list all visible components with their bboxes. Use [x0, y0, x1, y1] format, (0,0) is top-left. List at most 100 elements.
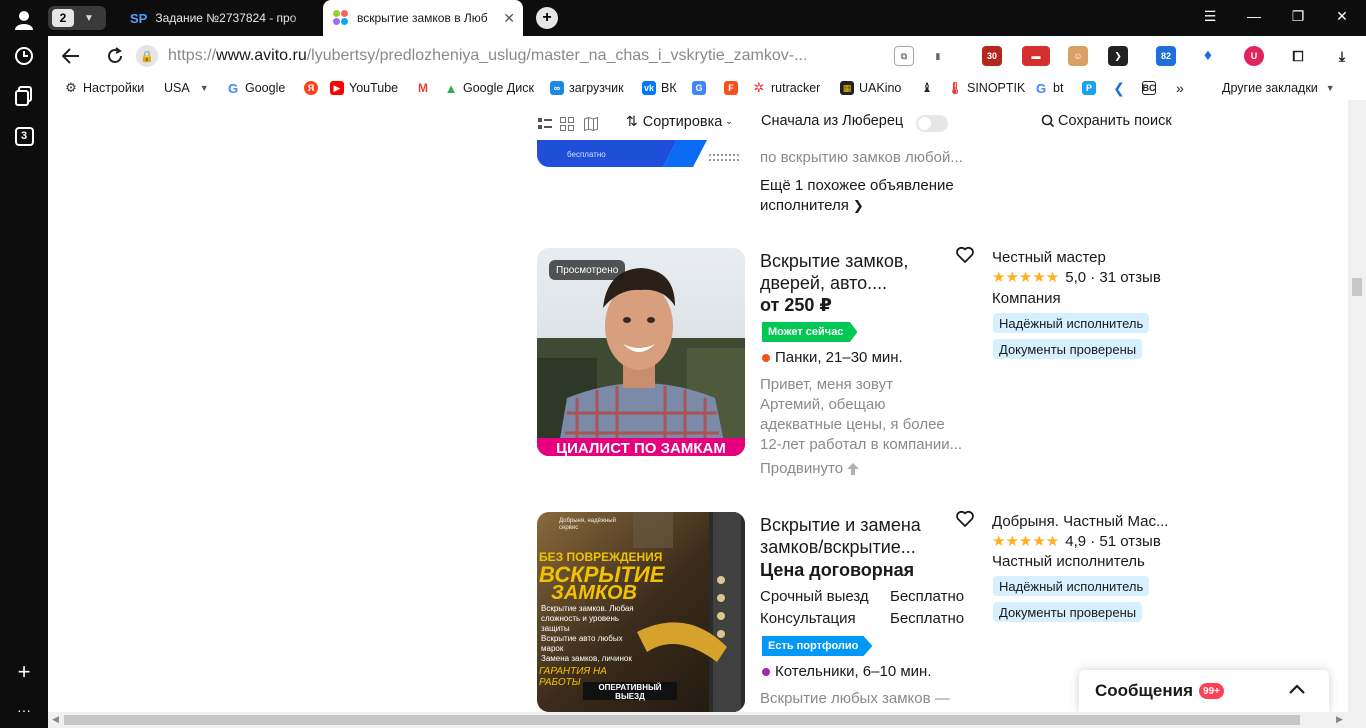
- extension-diamond-icon[interactable]: ♦: [1198, 46, 1218, 66]
- arrow-left-icon: ❮: [1113, 79, 1125, 96]
- favorite-heart-icon[interactable]: [955, 509, 975, 529]
- bookmark-f[interactable]: F: [724, 79, 743, 97]
- download-icon[interactable]: ⤓: [1332, 46, 1352, 66]
- other-bookmarks[interactable]: Другие закладки ▼: [1222, 79, 1335, 97]
- drive-icon: ▲: [444, 80, 458, 96]
- restore-icon[interactable]: ❐: [1288, 8, 1308, 25]
- bookmark-rutracker[interactable]: ✲ rutracker: [752, 79, 821, 97]
- rutracker-icon: ✲: [753, 80, 765, 95]
- listing-photo[interactable]: Добрыня, надёжный сервис БЕЗ ПОВРЕЖДЕНИЯ…: [537, 512, 745, 712]
- prev-listing-photo[interactable]: бесплатно: [537, 140, 745, 167]
- gmail-icon: M: [418, 81, 428, 95]
- extension-calendar-icon[interactable]: 82: [1156, 46, 1176, 66]
- bookmark-gmail[interactable]: M: [416, 79, 435, 97]
- more-similar-link[interactable]: исполнителя ❯: [760, 196, 864, 216]
- chevron-up-icon[interactable]: [1287, 680, 1307, 700]
- scroll-left-icon[interactable]: ◀: [52, 714, 59, 725]
- menu-icon[interactable]: ☰: [1200, 8, 1220, 25]
- minimize-icon[interactable]: —: [1244, 8, 1264, 24]
- tab-counter-icon[interactable]: 3: [12, 124, 36, 148]
- bookmark-uakino[interactable]: ▦ UAKino: [840, 79, 901, 97]
- ublock-icon[interactable]: U: [1244, 46, 1264, 66]
- more-icon[interactable]: ···: [12, 698, 36, 722]
- more-bookmarks-icon[interactable]: »: [1176, 79, 1184, 97]
- chevron-down-icon: ▼: [199, 83, 209, 93]
- copy-icon[interactable]: ⧉: [894, 46, 914, 66]
- reliable-badge: Надёжный исполнитель: [993, 576, 1150, 596]
- bookmark-icon[interactable]: ▮: [928, 46, 948, 66]
- list-view-icon[interactable]: [538, 117, 552, 131]
- bookmark-sinoptik[interactable]: 🌡 SINOPTIK: [947, 79, 1025, 97]
- extensions-puzzle-icon[interactable]: ⧠: [1288, 46, 1308, 66]
- bookmark-bc[interactable]: BC: [1142, 79, 1161, 97]
- chevron-right-icon: ❯: [852, 198, 864, 213]
- photo-cta: ОПЕРАТИВНЫЙ ВЫЕЗД: [583, 682, 677, 701]
- grid-view-icon[interactable]: [560, 117, 574, 131]
- tab-group-button[interactable]: 2 ▼: [48, 6, 106, 30]
- extension-shield-icon[interactable]: 30: [982, 46, 1002, 66]
- profile-icon[interactable]: [12, 8, 36, 32]
- f-icon: F: [724, 81, 738, 95]
- listing-photo[interactable]: Просмотрено ЦИАЛИСТ ПО ЗАМКАМ: [537, 248, 745, 456]
- seller-rating[interactable]: ★★★★★ 4,9 · 51 отзыв: [992, 532, 1161, 552]
- sort-button[interactable]: ⇅ Сортировка ⌄: [626, 113, 733, 130]
- seller-rating[interactable]: ★★★★★ 5,0 · 31 отзыв: [992, 268, 1161, 288]
- close-window-icon[interactable]: ✕: [1332, 8, 1352, 25]
- more-similar-line1[interactable]: Ещё 1 похожее объявление: [760, 176, 954, 196]
- lock-icon[interactable]: 🔒: [136, 45, 158, 67]
- listing-price: Цена договорная: [760, 560, 915, 580]
- favorite-heart-icon[interactable]: [955, 245, 975, 265]
- bookmark-usa[interactable]: USA ▼: [164, 79, 209, 97]
- metro-dot-icon: [762, 354, 770, 363]
- bookmark-yandex[interactable]: Я: [304, 79, 323, 97]
- close-tab-icon[interactable]: ✕: [503, 10, 515, 27]
- bookmark-settings[interactable]: ⚙ Настройки: [64, 79, 144, 97]
- bookmark-google[interactable]: G Google: [226, 79, 285, 97]
- lubertsy-first-label: Сначала из Люберец: [761, 113, 904, 129]
- new-tab-icon[interactable]: +: [536, 7, 558, 29]
- tab-avito[interactable]: вскрытие замков в Люб ✕: [323, 0, 523, 36]
- bookmark-chess[interactable]: ♝: [920, 79, 939, 97]
- seller-name[interactable]: Добрыня. Частный Мас...: [992, 512, 1168, 532]
- yandex-icon: Я: [304, 81, 318, 95]
- unread-count-badge: 99+: [1198, 683, 1224, 699]
- sp-favicon-icon: SP: [130, 10, 148, 26]
- listing-title[interactable]: Вскрытие и замена замков/вскрытие...: [760, 514, 921, 558]
- history-icon[interactable]: [12, 44, 36, 68]
- listing-title[interactable]: Вскрытие замков, дверей, авто....: [760, 250, 908, 294]
- tab-bar: 2 ▼ SP Задание №2737824 - про вскрытие з…: [48, 0, 1366, 36]
- back-icon[interactable]: [60, 45, 82, 67]
- extension-game-icon[interactable]: ▬: [1022, 46, 1050, 66]
- chevron-down-icon: ▼: [1325, 83, 1335, 93]
- page-content: ⇅ Сортировка ⌄ Сначала из Люберец Сохран…: [48, 100, 1348, 712]
- bookmark-arrow[interactable]: ❮: [1112, 79, 1131, 97]
- save-search-button[interactable]: Сохранить поиск: [1041, 113, 1172, 129]
- extension-avatar-icon[interactable]: ☺: [1068, 46, 1088, 66]
- lubertsy-first-toggle[interactable]: [916, 115, 948, 132]
- horizontal-scrollbar[interactable]: ◀ ▶: [48, 712, 1366, 728]
- scroll-right-icon[interactable]: ▶: [1336, 714, 1343, 725]
- url-input[interactable]: 🔒 https://www.avito.ru/lyubertsy/predloz…: [136, 42, 906, 70]
- chess-icon: ♝: [921, 80, 933, 95]
- bookmark-drive[interactable]: ▲ Google Диск: [444, 79, 534, 97]
- listing-description: Вскрытие любых замков —: [760, 690, 950, 707]
- bookmark-p[interactable]: P: [1082, 79, 1101, 97]
- tab-task[interactable]: SP Задание №2737824 - про: [120, 0, 320, 36]
- map-view-icon[interactable]: [584, 116, 598, 132]
- bookmark-translate[interactable]: G: [692, 79, 711, 97]
- translate-icon: G: [692, 81, 706, 95]
- extension-dark-icon[interactable]: ❯: [1108, 46, 1128, 66]
- vertical-scrollbar[interactable]: [1348, 100, 1366, 712]
- messages-widget[interactable]: Сообщения 99+: [1079, 670, 1329, 712]
- bookmark-youtube[interactable]: ▶ YouTube: [330, 79, 398, 97]
- add-panel-icon[interactable]: +: [12, 659, 36, 684]
- photo-bullets: Вскрытие замков. Любая сложность и урове…: [541, 604, 634, 663]
- thermometer-icon: 🌡: [947, 81, 963, 95]
- bookmark-downloader[interactable]: ∞ загрузчик: [550, 79, 624, 97]
- bookmark-bt[interactable]: Gbt: [1034, 79, 1064, 97]
- bookmark-vk[interactable]: vk ВК: [642, 79, 677, 97]
- brand-logo: Добрыня, надёжный сервис: [559, 518, 616, 531]
- collections-icon[interactable]: [12, 84, 36, 108]
- seller-name[interactable]: Честный мастер: [992, 248, 1106, 268]
- reload-icon[interactable]: [104, 45, 126, 67]
